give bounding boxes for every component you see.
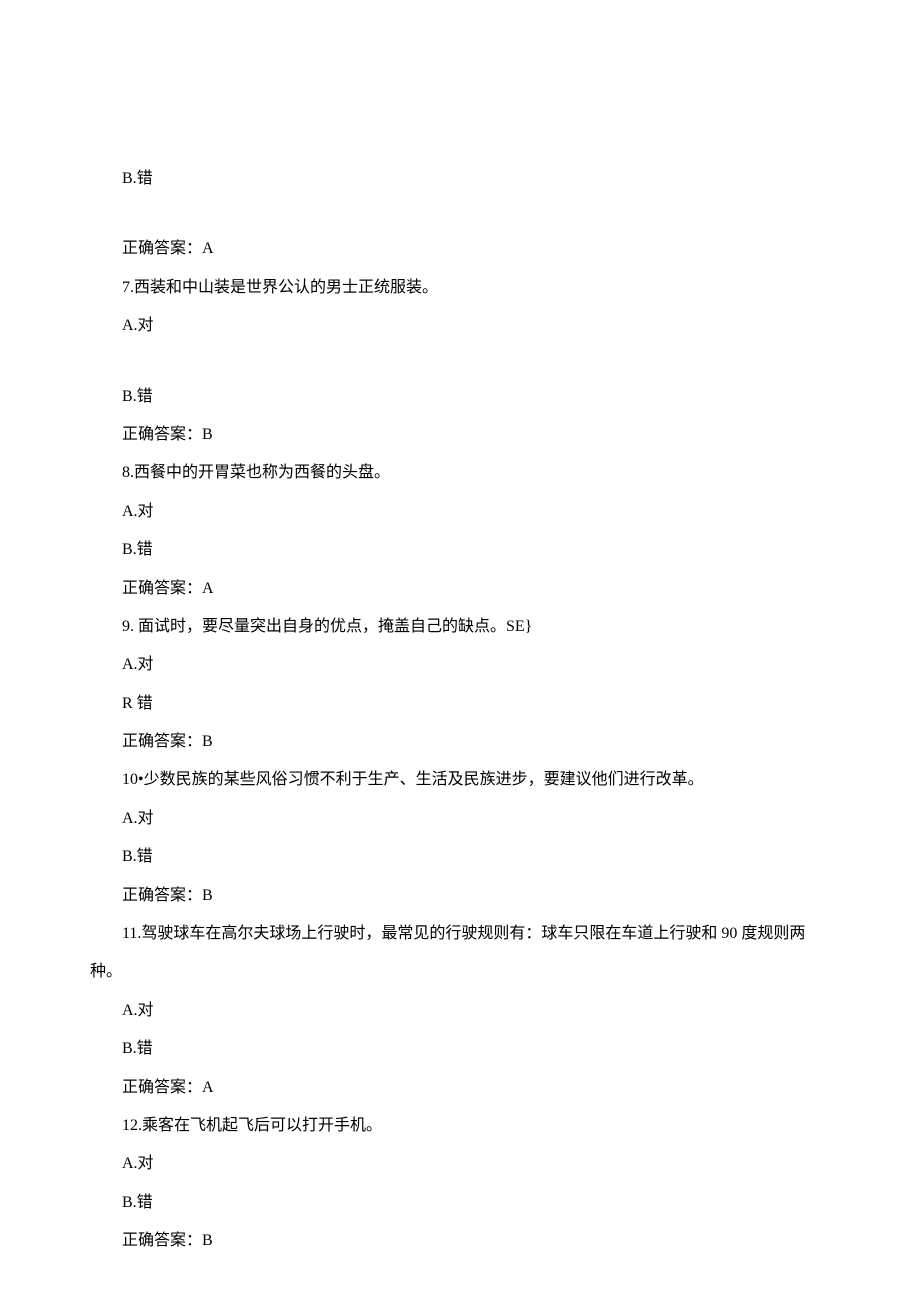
text-line: 正确答案：B: [90, 1222, 830, 1260]
text-line: 12.乘客在飞机起飞后可以打开手机。: [90, 1107, 830, 1145]
text-line: 11.驾驶球车在高尔夫球场上行驶时，最常见的行驶规则有：球车只限在车道上行驶和 …: [90, 915, 830, 992]
text-line: 正确答案：B: [90, 416, 830, 454]
text-line: B.错: [90, 838, 830, 876]
text-line: A.对: [90, 493, 830, 531]
text-line: A.对: [90, 800, 830, 838]
text-line: A.对: [90, 992, 830, 1030]
text-line: 7.西装和中山装是世界公认的男士正统服装。: [90, 269, 830, 307]
document-body: B.错正确答案：A7.西装和中山装是世界公认的男士正统服装。A.对B.错正确答案…: [90, 160, 830, 1261]
text-line: R 错: [90, 685, 830, 723]
text-line: B.错: [90, 1030, 830, 1068]
text-line: B.错: [90, 378, 830, 416]
text-line: 9. 面试时，要尽量突出自身的优点，掩盖自己的缺点。SE}: [90, 608, 830, 646]
text-line: 8.西餐中的开胃菜也称为西餐的头盘。: [90, 454, 830, 492]
text-line: B.错: [90, 1184, 830, 1222]
text-line: A.对: [90, 307, 830, 345]
text-line: 正确答案：A: [90, 230, 830, 268]
text-line: B.错: [90, 160, 830, 198]
text-line: A.对: [90, 1145, 830, 1183]
text-line: 正确答案：A: [90, 570, 830, 608]
text-line: 正确答案：B: [90, 877, 830, 915]
text-line: A.对: [90, 646, 830, 684]
text-line: 10•少数民族的某些风俗习惯不利于生产、生活及民族进步，要建议他们进行改革。: [90, 761, 830, 799]
text-line: 正确答案：B: [90, 723, 830, 761]
text-line: B.错: [90, 531, 830, 569]
text-line: 正确答案：A: [90, 1069, 830, 1107]
